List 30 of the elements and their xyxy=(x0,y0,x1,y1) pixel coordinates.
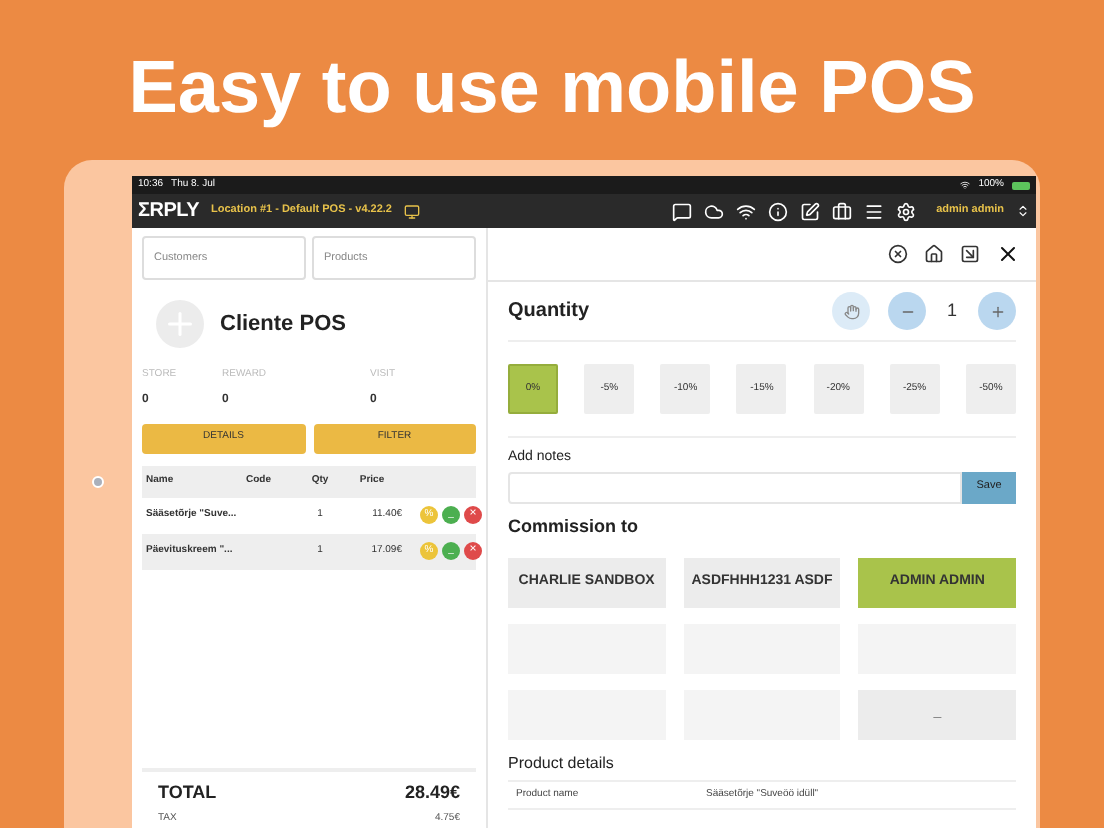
info-icon[interactable] xyxy=(768,201,789,221)
hand-button[interactable] xyxy=(832,292,870,330)
increase-button[interactable] xyxy=(978,292,1016,330)
hand-icon xyxy=(843,303,859,319)
battery-icon xyxy=(1012,181,1030,189)
wifi-icon xyxy=(960,180,971,190)
cloud-icon[interactable] xyxy=(704,201,725,221)
briefcase-icon[interactable] xyxy=(832,201,853,221)
section-title: Commission to xyxy=(508,513,641,539)
section-title: Product details xyxy=(508,752,1016,782)
headline: Easy to use mobile POS xyxy=(126,44,978,132)
section-title: Quantity xyxy=(508,298,592,326)
cancel-icon[interactable] xyxy=(888,244,908,264)
settings-icon[interactable] xyxy=(896,201,917,221)
arrow-icon[interactable] xyxy=(960,244,980,264)
total-label: TOTAL xyxy=(158,780,217,806)
chat-icon[interactable] xyxy=(672,201,693,221)
customer-name: Cliente POS xyxy=(220,309,346,340)
close-icon[interactable] xyxy=(996,242,1020,266)
menu-icon[interactable] xyxy=(864,201,885,221)
logo: ΣRPLY xyxy=(138,198,200,226)
wifi-icon[interactable] xyxy=(736,201,757,221)
chevrons-icon[interactable] xyxy=(1016,204,1030,218)
edit-icon[interactable] xyxy=(800,201,821,221)
plus-icon xyxy=(989,303,1005,319)
monitor-icon[interactable] xyxy=(404,203,420,219)
notes-field[interactable] xyxy=(508,471,962,503)
home-icon[interactable] xyxy=(924,244,944,264)
quantity-value: 1 xyxy=(944,297,959,324)
total-amount: 28.49€ xyxy=(404,780,460,806)
